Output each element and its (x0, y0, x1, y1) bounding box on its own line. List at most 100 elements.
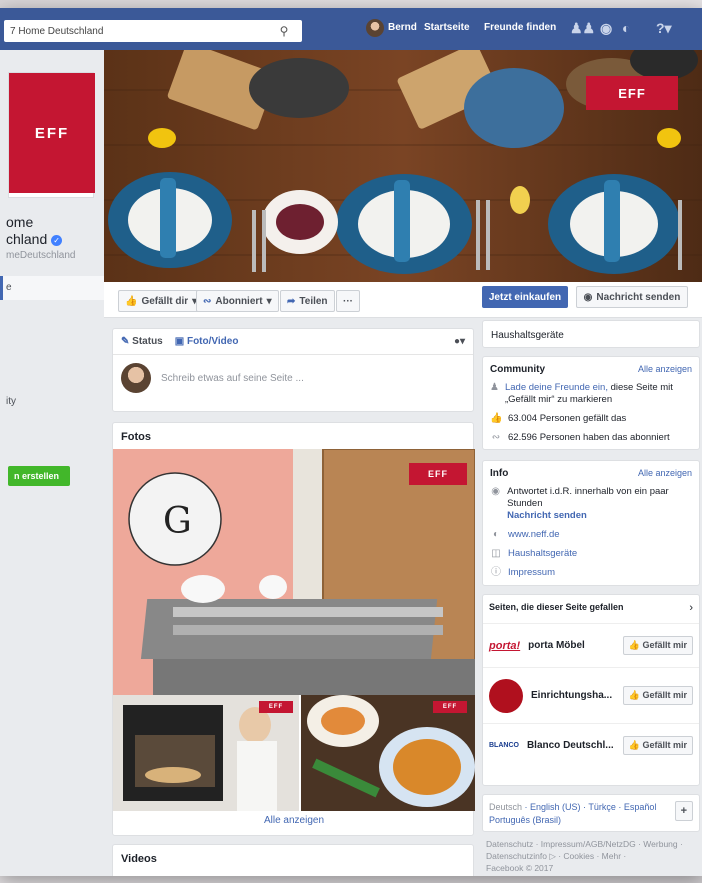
language-portuguese[interactable]: Português (Brasil) (489, 815, 561, 825)
community-box: Community Alle anzeigen ♟ Lade deine Fre… (482, 356, 700, 450)
response-time-row: ◉ Antwortet i.d.R. innerhalb von ein paa… (490, 486, 692, 522)
verified-badge-icon: ✓ (51, 234, 63, 246)
home-link[interactable]: Startseite (424, 22, 470, 33)
likes-count: 63.004 Personen gefällt das (508, 413, 627, 424)
blanco-logo: BLANCO (489, 742, 519, 749)
like-page-label: Gefällt mir (642, 740, 687, 750)
website-link[interactable]: www.neff.de (508, 529, 560, 541)
composer-avatar (121, 363, 151, 393)
composer-body[interactable]: Schreib etwas auf seine Seite ... (113, 355, 473, 401)
page-name[interactable]: ome chland ✓ (6, 214, 63, 248)
photos-section: Fotos G EFF EFF EFF Alle anzeigen (112, 422, 475, 836)
sidebar-item-home-label[interactable]: e (6, 282, 12, 293)
photos-see-all-link[interactable]: Alle anzeigen (113, 815, 475, 826)
thumbs-up-icon: 👍 (628, 640, 640, 650)
photo-oven-badge: EFF (259, 701, 293, 713)
send-message-button[interactable]: ◉ Nachricht senden (576, 286, 688, 308)
shop-now-button[interactable]: Jetzt einkaufen (482, 286, 568, 308)
website-row: ◐ www.neff.de (490, 529, 692, 541)
imprint-link[interactable]: Impressum (508, 567, 555, 579)
footer-links: Datenschutz · Impressum/AGB/NetzDG · Wer… (482, 838, 700, 874)
info-send-message-link[interactable]: Nachricht senden (507, 510, 587, 521)
tab-photo-video[interactable]: ▣ Foto/Video (175, 336, 239, 347)
post-composer: ✎ Status ▣ Foto/Video ●▾ Schreib etwas a… (112, 328, 474, 412)
tab-photo-label: Foto/Video (186, 336, 239, 347)
page-handle[interactable]: meDeutschland (6, 250, 75, 261)
user-profile-link[interactable]: Bernd (388, 22, 417, 33)
thumbs-up-icon: 👍 (125, 295, 138, 307)
user-avatar[interactable] (366, 19, 384, 37)
photos-title[interactable]: Fotos (113, 423, 473, 449)
footer-line-1[interactable]: Datenschutz · Impressum/AGB/NetzDG · Wer… (486, 838, 696, 850)
info-icon: ⓘ (491, 567, 501, 578)
liked-page-row: Einrichtungsha... 👍 Gefällt mir (483, 667, 699, 723)
chevron-down-icon: ▾ (266, 295, 272, 307)
thumbs-up-icon: 👍 (628, 690, 640, 700)
language-spanish[interactable]: Español (624, 802, 657, 812)
send-message-label: Nachricht senden (596, 291, 681, 303)
community-title: Community (490, 364, 545, 375)
liked-page-name[interactable]: Blanco Deutschl... (527, 740, 614, 751)
sidebar-item-selected[interactable] (0, 276, 104, 300)
photo-oven[interactable]: EFF (113, 695, 299, 811)
like-page-label: Gefällt mir (642, 640, 687, 650)
cover-photo[interactable]: EFF (104, 50, 702, 282)
share-arrow-icon: ➦ (287, 295, 296, 307)
help-icon[interactable]: ?▾ (656, 20, 672, 37)
sidebar-item-community-label[interactable]: ity (6, 396, 16, 407)
add-friend-icon: ♟ (490, 382, 499, 393)
post-as-selector[interactable]: ●▾ (454, 336, 465, 347)
like-label: Gefällt dir (141, 295, 189, 307)
search-input[interactable]: 7 Home Deutschland ⚲ (4, 20, 302, 42)
add-language-button[interactable]: + (674, 801, 693, 821)
videos-title[interactable]: Videos (113, 845, 473, 871)
photo-soup-badge: EFF (433, 701, 467, 713)
search-query[interactable]: 7 Home Deutschland (10, 26, 272, 37)
tab-status-label: Status (132, 336, 163, 347)
photo-neff-badge: EFF (409, 463, 467, 485)
like-page-button[interactable]: 👍 Gefällt mir (622, 686, 693, 705)
share-button[interactable]: ➦ Teilen (280, 290, 335, 312)
language-english[interactable]: English (US) (530, 802, 581, 812)
composer-placeholder[interactable]: Schreib etwas auf seine Seite ... (161, 373, 304, 384)
footer-line-2[interactable]: Datenschutzinfo ▷ · Cookies · Mehr · (486, 850, 696, 862)
invite-friends-row: ♟ Lade deine Freunde ein, diese Seite mi… (490, 382, 692, 406)
category-link[interactable]: Haushaltsgeräte (508, 548, 577, 560)
liked-page-name[interactable]: Einrichtungsha... (531, 690, 612, 701)
tab-status[interactable]: ✎ Status (121, 336, 163, 347)
language-turkish[interactable]: Türkçe (588, 802, 616, 812)
like-page-button[interactable]: 👍 Gefällt mir (622, 636, 693, 655)
page-name-line2: chland (6, 231, 48, 247)
profile-picture[interactable]: EFF (8, 72, 95, 198)
photo-soup[interactable]: EFF (301, 695, 475, 811)
create-page-button[interactable]: n erstellen (8, 466, 70, 486)
community-see-all-link[interactable]: Alle anzeigen (638, 364, 692, 375)
category-box: Haushaltsgeräte (482, 320, 700, 348)
subscribe-button[interactable]: ∾ Abonniert ▾ (196, 290, 279, 312)
lang-sep: · (615, 802, 624, 812)
footer-copyright: Facebook © 2017 (486, 863, 554, 873)
chevron-right-icon[interactable]: › (689, 602, 693, 616)
liked-pages-box: Seiten, die dieser Seite gefallen › port… (482, 594, 700, 786)
rss-icon: ∾ (203, 295, 212, 307)
info-box: Info Alle anzeigen ◉ Antwortet i.d.R. in… (482, 460, 700, 586)
language-current: Deutsch (489, 802, 523, 812)
info-see-all-link[interactable]: Alle anzeigen (638, 468, 692, 479)
find-friends-link[interactable]: Freunde finden (484, 22, 556, 33)
like-page-button[interactable]: 👍 Gefällt dir ▾ (118, 290, 205, 312)
globe-icon[interactable]: ◐ (622, 20, 630, 36)
dishwasher-photo-image: G (113, 449, 475, 695)
search-icon[interactable]: ⚲ (272, 22, 296, 40)
language-list: Deutsch · English (US) · Türkçe · Españo… (489, 801, 656, 825)
more-options-button[interactable]: ··· (336, 290, 360, 312)
friends-icon[interactable]: ♟♟ (570, 20, 595, 37)
category-header[interactable]: Haushaltsgeräte (491, 330, 564, 341)
messenger-icon[interactable]: ◉ (600, 20, 612, 37)
like-page-button[interactable]: 👍 Gefällt mir (622, 736, 693, 755)
neff-logo: EFF (9, 73, 95, 193)
liked-page-name[interactable]: porta Möbel (528, 640, 585, 651)
facebook-page-screen: 7 Home Deutschland ⚲ Bernd Startseite Fr… (0, 8, 702, 876)
likes-count-row: 👍 63.004 Personen gefällt das (490, 413, 692, 425)
photo-dishwasher[interactable]: G EFF (113, 449, 475, 695)
invite-friends-link[interactable]: Lade deine Freunde ein, (505, 382, 608, 393)
